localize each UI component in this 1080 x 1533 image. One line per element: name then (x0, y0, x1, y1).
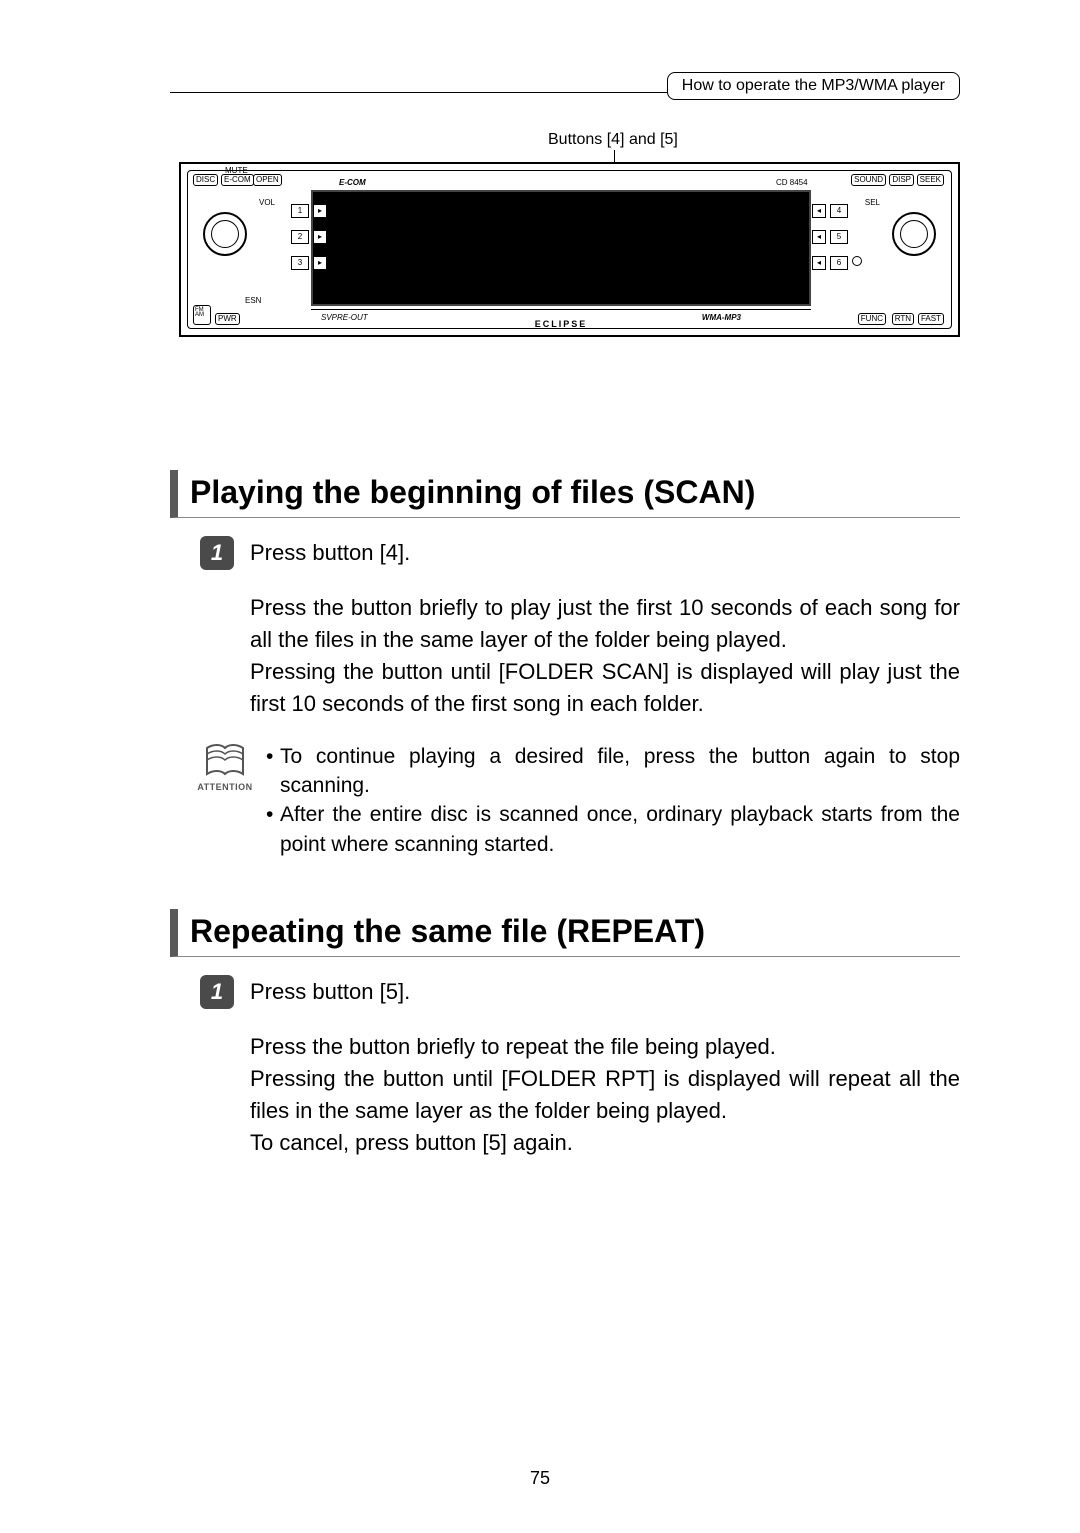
vol-label: VOL (259, 198, 275, 207)
seek-button: SEEK (917, 174, 944, 186)
section-repeat: Repeating the same file (REPEAT) 1 Press… (170, 909, 960, 1159)
header-section-box: How to operate the MP3/WMA player (667, 72, 960, 100)
row-btn-5: 5 (830, 230, 848, 244)
diagram-callout-label: Buttons [4] and [5] (548, 131, 678, 149)
disp-button: DISP (889, 174, 914, 186)
wma-label: WMA-MP3 (702, 313, 741, 322)
open-button: OPEN (253, 174, 282, 186)
row-btn-3: 3 (291, 256, 309, 270)
section-repeat-title: Repeating the same file (REPEAT) (170, 909, 960, 957)
step-number-badge-2: 1 (200, 975, 234, 1009)
device-diagram: DISC E-COM OPEN MUTE SOUND DISP SEEK VOL… (179, 162, 960, 337)
play-arrow-3: ▸ (313, 256, 327, 270)
sel-label: SEL (865, 198, 880, 207)
pwr-button: PWR (215, 313, 240, 325)
right-knob (892, 212, 936, 256)
fm-am-button: FMAM (193, 305, 211, 325)
row-btn-4: 4 (830, 204, 848, 218)
ecom-brand-label: E-COM (339, 178, 366, 187)
attention-label: ATTENTION (197, 782, 252, 792)
ecom-button: E-COM (221, 174, 254, 186)
attention-bullet-2: After the entire disc is scanned once, o… (280, 800, 960, 859)
dot-indicator (852, 256, 862, 266)
row-btn-2: 2 (291, 230, 309, 244)
disc-button: DISC (193, 174, 218, 186)
step-1-row-repeat: 1 Press button [5]. (170, 975, 960, 1009)
step-1-row: 1 Press button [4]. (170, 536, 960, 570)
section-scan: Playing the beginning of files (SCAN) 1 … (170, 470, 960, 859)
step-1-heading: Press button [4]. (250, 536, 410, 570)
step-1-heading-repeat: Press button [5]. (250, 975, 410, 1009)
brand-label: ECLIPSE (535, 319, 588, 329)
play-arrow-1: ▸ (313, 204, 327, 218)
section2-body: Press the button briefly to repeat the f… (250, 1031, 960, 1159)
device-bottom-strip: SVPRE-OUT WMA-MP3 ECLIPSE (311, 309, 811, 327)
play-arrow-2: ▸ (313, 230, 327, 244)
fast-button: FAST (918, 313, 944, 325)
page-number: 75 (530, 1468, 550, 1489)
row-btn-1: 1 (291, 204, 309, 218)
func-button: FUNC (858, 313, 886, 325)
attention-icon: ATTENTION (200, 742, 250, 860)
book-icon (203, 742, 247, 780)
rtn-button: RTN (892, 313, 914, 325)
mute-label: MUTE (225, 166, 248, 175)
back-arrow-5: ◂ (812, 230, 826, 244)
step-number-badge: 1 (200, 536, 234, 570)
section1-body: Press the button briefly to play just th… (250, 592, 960, 720)
attention-bullet-1: To continue playing a desired file, pres… (280, 742, 960, 801)
row-btn-6: 6 (830, 256, 848, 270)
device-display (311, 190, 811, 306)
sv-label: SVPRE-OUT (321, 313, 368, 322)
attention-text: •To continue playing a desired file, pre… (266, 742, 960, 860)
model-label: CD 8454 (776, 178, 808, 187)
section-scan-title: Playing the beginning of files (SCAN) (170, 470, 960, 518)
attention-block: ATTENTION •To continue playing a desired… (170, 742, 960, 860)
esn-label: ESN (245, 296, 261, 305)
left-knob (203, 212, 247, 256)
sound-button: SOUND (851, 174, 886, 186)
back-arrow-6: ◂ (812, 256, 826, 270)
back-arrow-4: ◂ (812, 204, 826, 218)
